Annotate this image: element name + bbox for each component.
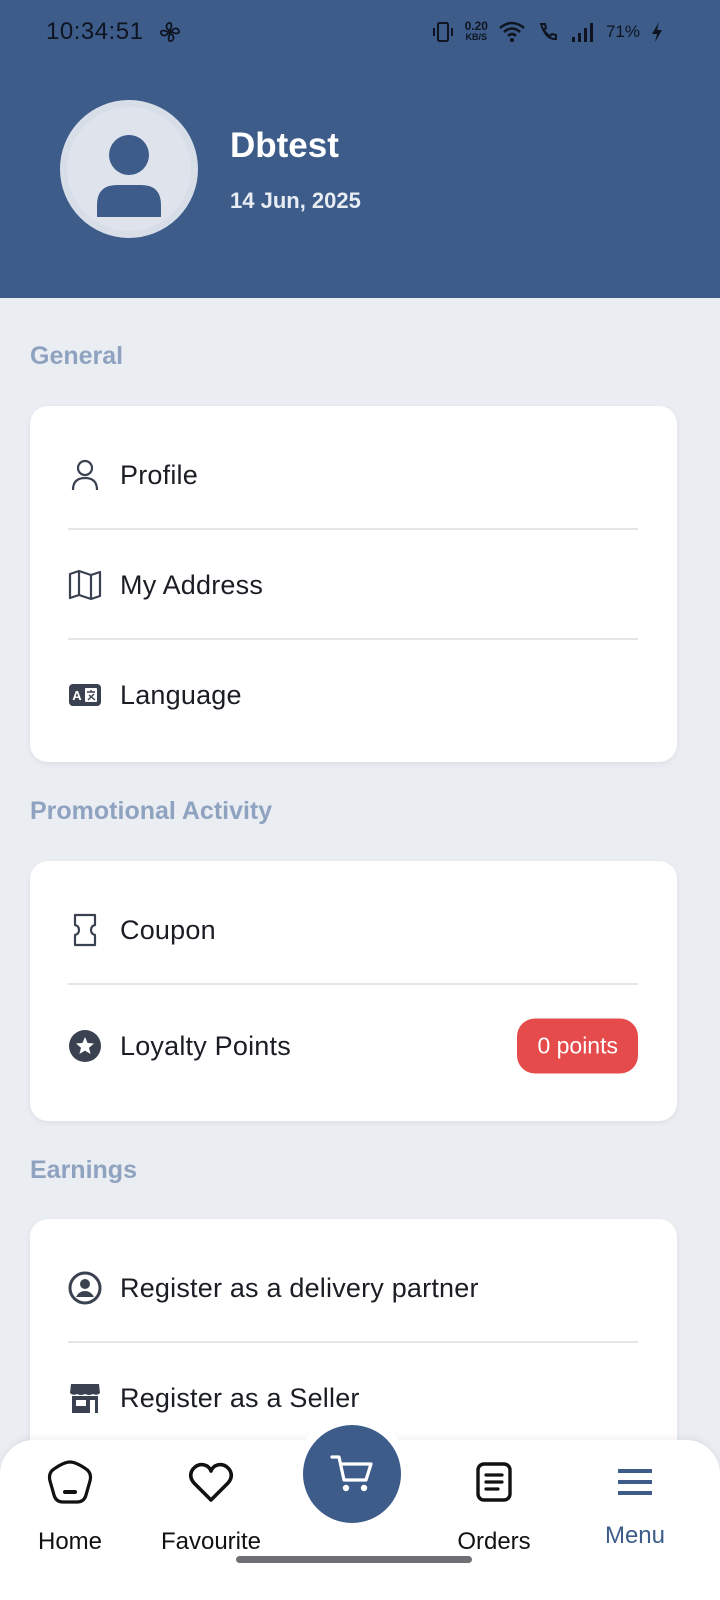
nav-orders-label: Orders — [457, 1528, 531, 1555]
nav-menu-label: Menu — [604, 1522, 666, 1549]
battery-percent: 71% — [605, 22, 640, 41]
section-title-promotional: Promotional Activity — [30, 797, 273, 825]
user-date: 14 Jun, 2025 — [230, 188, 361, 213]
nav-favourite-label: Favourite — [160, 1528, 262, 1555]
signal-icon — [571, 23, 593, 42]
nav-menu[interactable]: Menu — [575, 1440, 695, 1570]
account-circle-icon — [68, 1271, 102, 1305]
map-icon — [68, 568, 102, 602]
menu-item-loyalty-points[interactable]: Loyalty Points 0 points — [68, 991, 638, 1101]
person-icon — [68, 458, 102, 492]
menu-item-label: Loyalty Points — [120, 1030, 291, 1061]
status-icons: 0.20 KB/S 71% — [431, 18, 664, 46]
wifi-icon — [499, 21, 525, 42]
user-name: Dbtest — [230, 126, 339, 165]
section-title-earnings: Earnings — [30, 1156, 137, 1184]
nav-orders[interactable]: Orders — [434, 1440, 554, 1570]
store-icon — [68, 1381, 102, 1415]
general-card: Profile My Address A Language — [30, 406, 677, 762]
menu-item-language[interactable]: A Language — [68, 640, 638, 750]
home-indicator — [236, 1556, 472, 1563]
menu-item-label: Coupon — [120, 914, 216, 945]
star-badge-icon — [68, 1029, 102, 1063]
menu-item-label: Register as a delivery partner — [120, 1272, 479, 1303]
menu-item-label: Language — [120, 679, 242, 710]
network-speed: 0.20 KB/S — [464, 19, 488, 42]
vibrate-icon — [432, 22, 453, 42]
menu-item-my-address[interactable]: My Address — [68, 530, 638, 640]
status-time: 10:34:51 — [46, 18, 144, 45]
nav-home[interactable]: Home — [10, 1440, 130, 1570]
user-avatar-icon — [67, 107, 191, 231]
bottom-nav: Home Favourite Orders Menu — [0, 1416, 720, 1600]
cart-button[interactable] — [294, 1416, 410, 1532]
ticket-icon — [68, 913, 102, 947]
menu-item-delivery-partner[interactable]: Register as a delivery partner — [68, 1233, 638, 1343]
cart-icon — [330, 1455, 373, 1492]
menu-item-coupon[interactable]: Coupon — [68, 875, 638, 985]
section-title-general: General — [30, 342, 124, 370]
status-bar: 10:34:51 0.20 KB/S 71% — [0, 0, 720, 64]
orders-icon — [470, 1458, 518, 1506]
menu-icon — [611, 1458, 659, 1506]
menu-item-profile[interactable]: Profile — [68, 420, 638, 530]
home-icon — [46, 1458, 94, 1506]
avatar[interactable] — [60, 100, 198, 238]
nav-home-label: Home — [37, 1528, 103, 1555]
menu-item-label: Register as a Seller — [120, 1382, 360, 1413]
heart-icon — [187, 1458, 235, 1506]
charging-icon — [652, 22, 662, 42]
nav-favourite[interactable]: Favourite — [151, 1440, 271, 1570]
menu-item-label: My Address — [120, 569, 264, 600]
wifi-call-icon — [539, 23, 557, 41]
profile-header: Dbtest 14 Jun, 2025 — [0, 64, 720, 298]
points-badge: 0 points — [517, 1018, 638, 1074]
fan-icon — [159, 21, 181, 43]
promotional-card: Coupon Loyalty Points 0 points — [30, 861, 677, 1121]
svg-text:A: A — [72, 688, 82, 703]
translate-icon: A — [68, 678, 102, 712]
menu-item-label: Profile — [120, 459, 198, 490]
